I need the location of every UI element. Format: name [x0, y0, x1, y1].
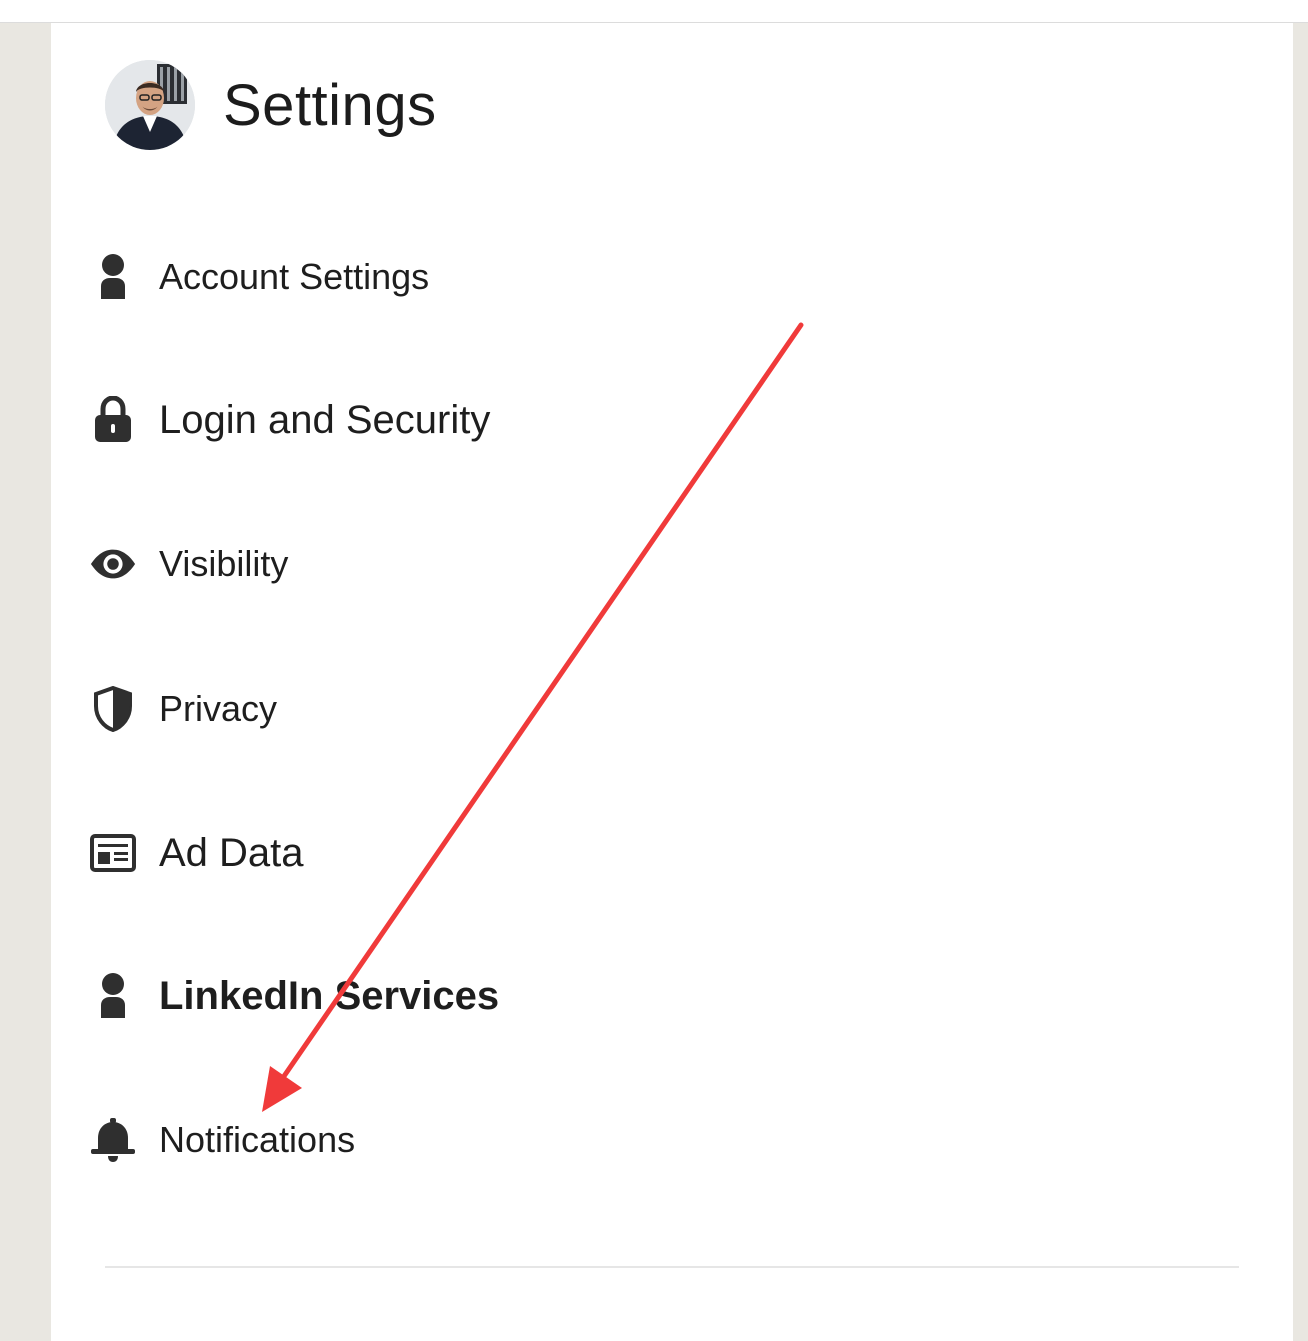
page-title: Settings	[223, 72, 437, 138]
eye-icon	[89, 540, 137, 588]
menu-item-label: Account Settings	[159, 256, 430, 297]
menu-item-linkedin-services[interactable]: LinkedIn Services	[89, 966, 499, 1026]
avatar-photo-icon	[105, 60, 195, 150]
bell-icon	[89, 1116, 137, 1164]
person-icon	[89, 253, 137, 301]
menu-item-label: Privacy	[159, 688, 278, 729]
menu-item-label: Visibility	[159, 543, 289, 584]
menu-item-label: Login and Security	[159, 397, 491, 442]
top-strip	[0, 0, 1308, 23]
menu-item-login-and-security[interactable]: Login and Security	[89, 390, 490, 450]
menu-item-ad-data[interactable]: Ad Data	[89, 823, 304, 883]
menu-item-label: LinkedIn Services	[159, 973, 500, 1018]
menu-item-notifications[interactable]: Notifications	[89, 1110, 355, 1170]
shield-icon	[89, 685, 137, 733]
avatar[interactable]	[105, 60, 195, 150]
divider	[105, 1266, 1239, 1268]
menu-item-account-settings[interactable]: Account Settings	[89, 247, 429, 307]
settings-header: Settings	[105, 60, 437, 150]
menu-item-label: Ad Data	[159, 830, 304, 875]
ad-data-icon	[89, 829, 137, 877]
person-icon	[89, 972, 137, 1020]
menu-item-label: Notifications	[159, 1119, 356, 1160]
menu-item-visibility[interactable]: Visibility	[89, 534, 288, 594]
settings-panel: Settings Account Settings Login and Secu…	[51, 23, 1293, 1341]
lock-icon	[89, 396, 137, 444]
menu-item-privacy[interactable]: Privacy	[89, 679, 277, 739]
right-gutter	[1293, 23, 1308, 1341]
